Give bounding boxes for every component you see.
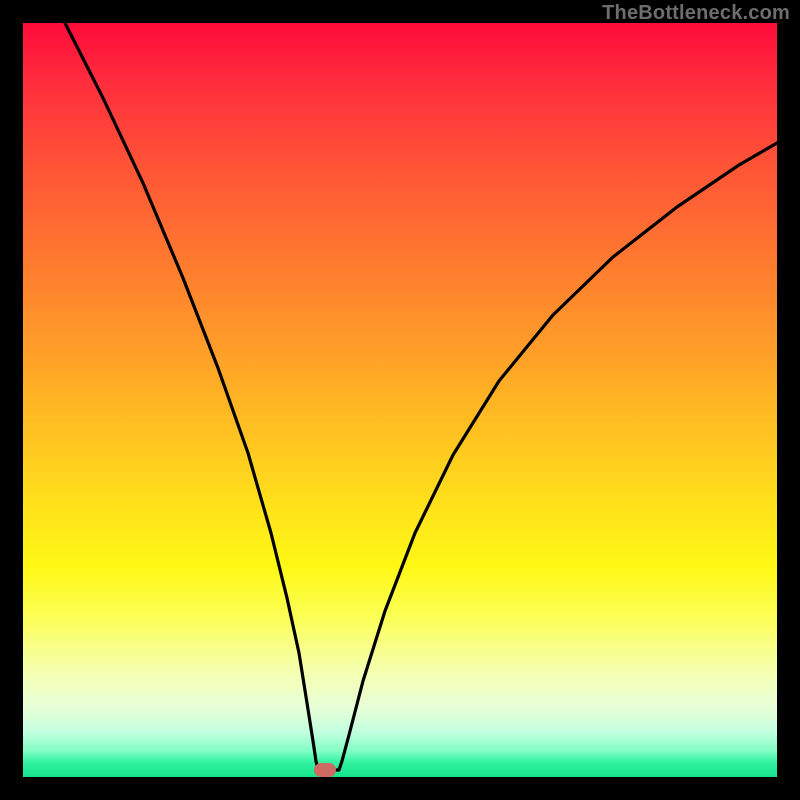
- chart-frame: TheBottleneck.com: [0, 0, 800, 800]
- plot-area: [23, 23, 777, 777]
- bottleneck-curve: [23, 23, 777, 777]
- watermark-text: TheBottleneck.com: [602, 2, 790, 25]
- minimum-marker: [314, 763, 336, 777]
